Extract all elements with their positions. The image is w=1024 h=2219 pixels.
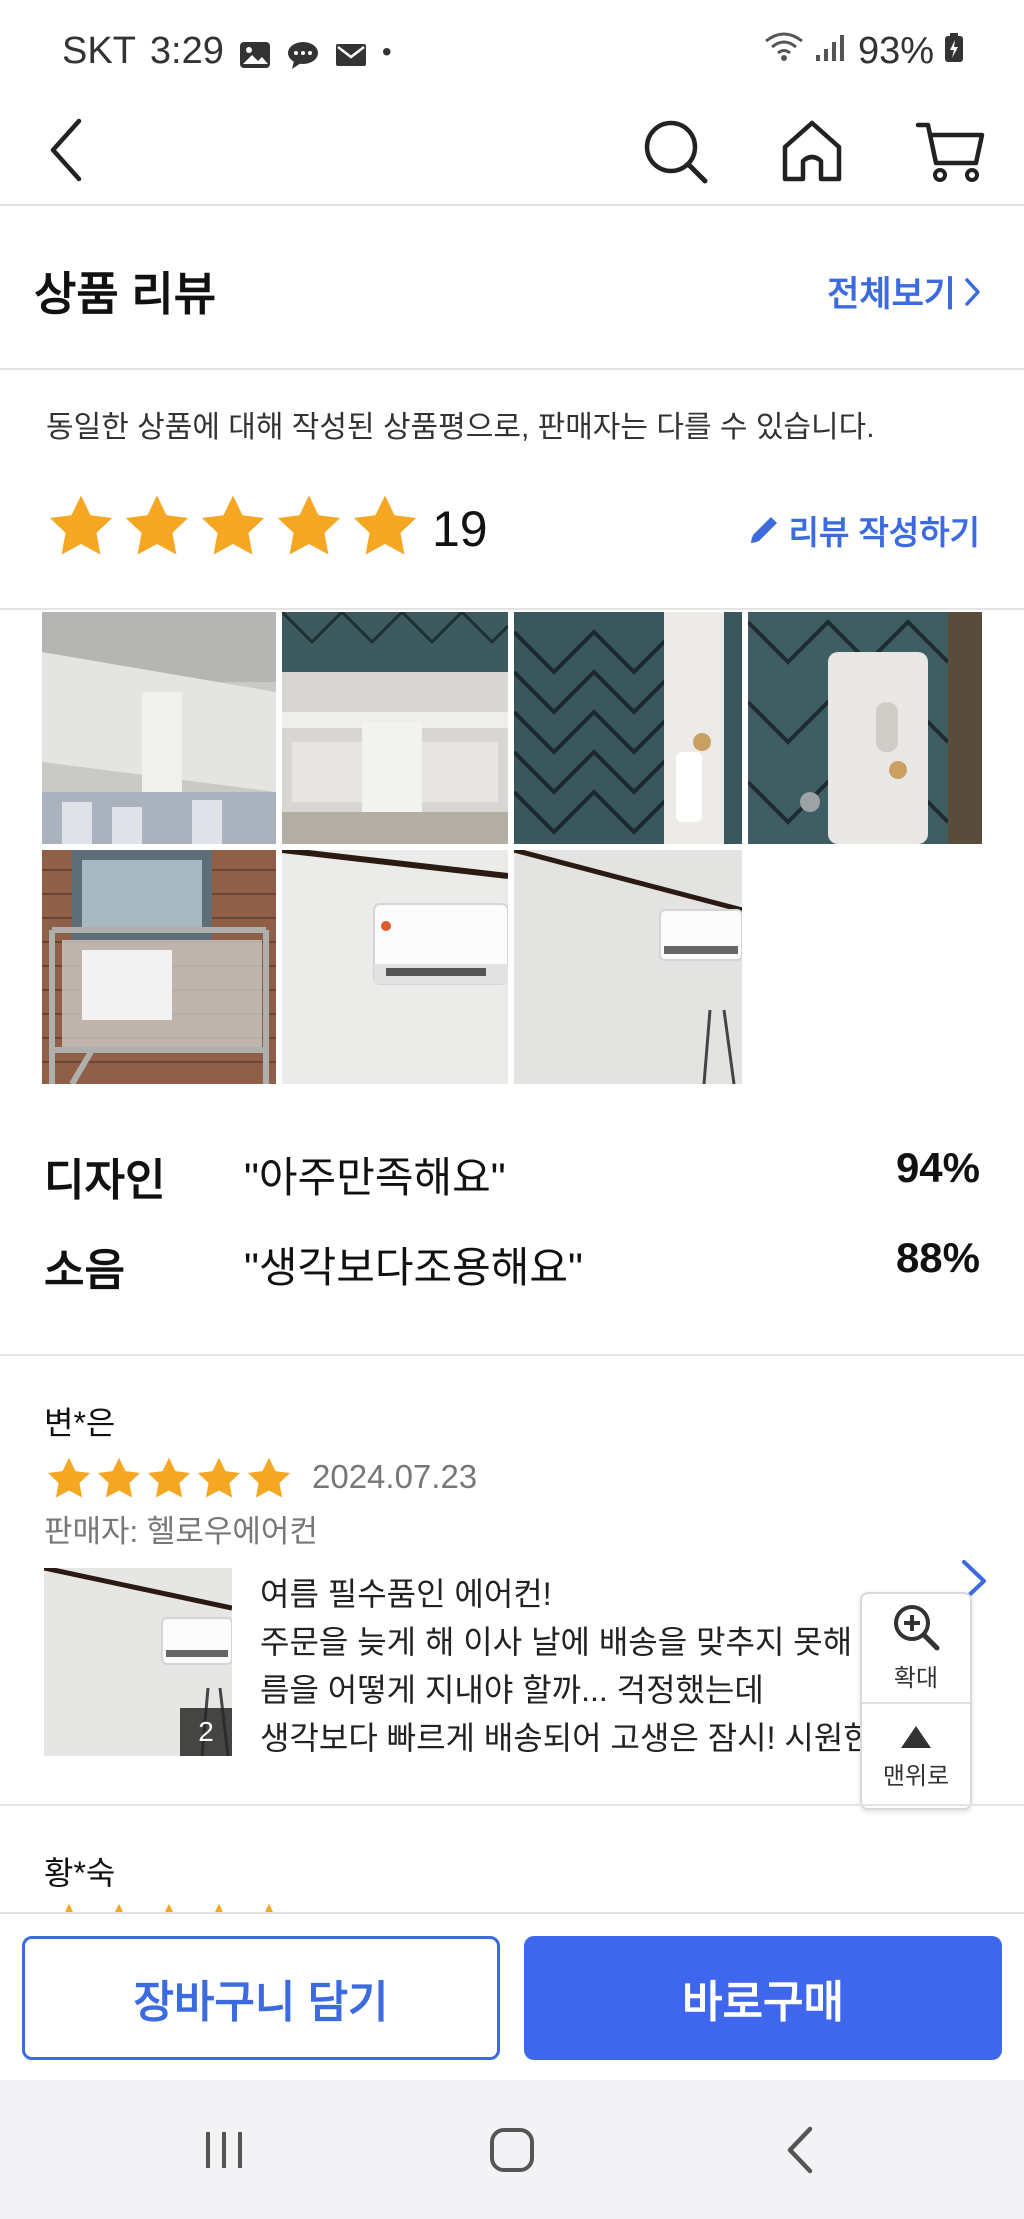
view-all-link[interactable]: 전체보기	[827, 266, 982, 317]
star-icon	[49, 495, 113, 555]
review-stars	[44, 1454, 294, 1504]
star-icon	[201, 495, 265, 555]
keyword-row: 디자인 "아주만족해요" 94%	[44, 1144, 980, 1205]
status-bar: SKT 3:29 • 93%	[0, 0, 1024, 108]
keyword-value: "생각보다조용해요"	[244, 1244, 583, 1291]
signal-icon	[814, 30, 848, 73]
review-line: 름을 어떻게 지내야 할까... 걱정했는데	[260, 1672, 764, 1708]
divider	[0, 368, 1024, 370]
bracket-mesh-photo[interactable]	[282, 612, 508, 844]
balcony-bracket-photo[interactable]	[42, 612, 276, 844]
review-count: 19	[432, 501, 488, 557]
star-icon	[97, 1457, 141, 1498]
back-button-icon[interactable]	[760, 2110, 840, 2190]
scroll-top-label: 맨위로	[882, 1762, 950, 1790]
write-review-label: 리뷰 작성하기	[788, 514, 980, 551]
back-arrow-icon[interactable]	[26, 110, 106, 190]
keyword-value: "아주만족해요"	[244, 1154, 506, 1201]
wall-ac-photo[interactable]	[282, 850, 508, 1084]
triangle-up-icon	[901, 1725, 931, 1748]
system-nav-bar	[0, 2080, 1024, 2219]
keyword-percent: 94%	[895, 1144, 980, 1191]
carrier: SKT	[62, 30, 136, 72]
floating-panel: 확대 맨위로	[860, 1592, 972, 1810]
star-icon	[353, 495, 417, 555]
review-photo[interactable]: 2	[44, 1568, 232, 1756]
wall-ac-far-photo[interactable]	[514, 850, 742, 1084]
section-title: 상품 리뷰	[34, 268, 217, 320]
divider	[0, 1354, 1024, 1356]
keyword-name: 소음	[44, 1246, 125, 1295]
divider	[0, 608, 1024, 610]
keyword-row: 소음 "생각보다조용해요" 88%	[44, 1234, 980, 1295]
star-icon	[197, 1457, 241, 1498]
rating-stars	[44, 490, 422, 564]
zoom-label: 확대	[893, 1664, 939, 1692]
photo-count-badge: 2	[180, 1708, 232, 1756]
star-icon	[125, 495, 189, 555]
divider	[0, 1804, 1024, 1806]
star-icon	[147, 1457, 191, 1498]
mail-icon	[334, 37, 368, 67]
chevron-right-icon	[965, 277, 980, 306]
reviewer-name: 황*숙	[44, 1855, 116, 1891]
home-button-icon[interactable]	[472, 2110, 552, 2190]
keyword-name: 디자인	[44, 1156, 166, 1205]
review-notice: 동일한 상품에 대해 작성된 상품평으로, 판매자는 다를 수 있습니다.	[46, 411, 875, 444]
review-seller: 판매자: 헬로우에어컨	[44, 1514, 318, 1549]
status-right: 93%	[764, 30, 964, 73]
review-line: 여름 필수품인 에어컨!	[260, 1576, 552, 1612]
zoom-in-icon	[894, 1604, 940, 1650]
pencil-icon	[750, 517, 777, 543]
mesh-bracket-photo[interactable]	[748, 612, 982, 844]
review-line: 생각보다 빠르게 배송되어 고생은 잠시! 시원한 여...	[260, 1720, 900, 1756]
star-icon	[47, 1457, 91, 1498]
buy-now-button[interactable]: 바로구매	[524, 1936, 1002, 2060]
keyword-percent: 88%	[895, 1234, 980, 1281]
star-icon	[277, 495, 341, 555]
outdoor-unit-rack-photo[interactable]	[42, 850, 276, 1084]
review-body[interactable]: 여름 필수품인 에어컨! 주문을 늦게 해 이사 날에 배송을 맞추지 못해 더…	[260, 1570, 900, 1762]
bottom-action-bar: 장바구니 담기 바로구매	[0, 1912, 1024, 2080]
review-line: 주문을 늦게 해 이사 날에 배송을 맞추지 못해 더운 여	[260, 1624, 900, 1660]
add-to-cart-button[interactable]: 장바구니 담기	[22, 1936, 500, 2060]
cart-icon[interactable]	[910, 112, 990, 192]
scroll-top-button[interactable]: 맨위로	[862, 1704, 970, 1810]
star-icon	[247, 1457, 291, 1498]
top-nav	[0, 108, 1024, 206]
gallery-icon	[238, 37, 272, 68]
status-dot: •	[381, 35, 392, 67]
zoom-button[interactable]: 확대	[862, 1594, 970, 1700]
wifi-icon	[764, 30, 804, 73]
battery-level: 93%	[857, 30, 934, 72]
recent-apps-icon[interactable]	[184, 2110, 264, 2190]
view-all-label: 전체보기	[827, 275, 956, 314]
clock: 3:29	[149, 30, 224, 72]
status-left: SKT 3:29 •	[62, 30, 392, 73]
write-review-button[interactable]: 리뷰 작성하기	[747, 506, 980, 554]
search-icon[interactable]	[636, 112, 716, 192]
mesh-bolt-photo[interactable]	[514, 612, 742, 844]
reviewer-name: 변*은	[44, 1405, 116, 1441]
home-icon[interactable]	[772, 112, 852, 192]
battery-icon	[944, 30, 964, 73]
review-date: 2024.07.23	[312, 1458, 478, 1495]
chat-icon	[286, 37, 320, 69]
